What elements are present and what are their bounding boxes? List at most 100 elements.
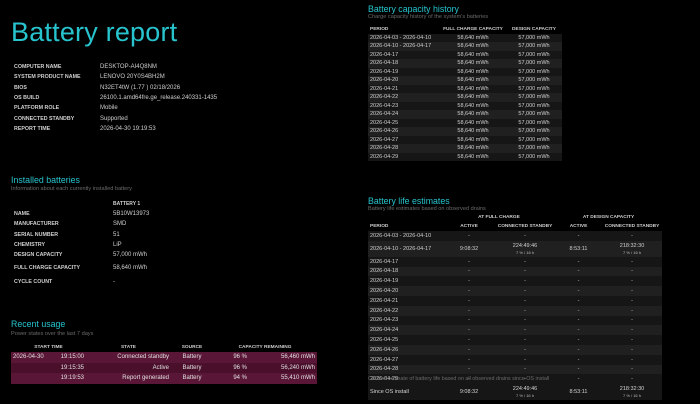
capacity-full-charge: 58,640 mWh (440, 110, 506, 119)
life-period: 2026-04-17 (368, 256, 443, 267)
usage-time: 19:15:35 (48, 362, 86, 373)
life-standby-design: - (602, 256, 663, 267)
capacity-design: 57,000 mWh (506, 135, 562, 144)
battery-info-row: NAME 5B10W13973 (14, 209, 233, 219)
life-standby-design: 218:32:30 7 % / 16 h (602, 240, 663, 257)
info-value: Supported (100, 115, 128, 122)
col-capacity-remaining: CAPACITY REMAINING (238, 345, 292, 350)
since-install-row: Since OS install 9:08:32 224:49:46 7 % /… (368, 384, 662, 400)
capacity-row: 2026-04-26 58,640 mWh 57,000 mWh (368, 127, 562, 136)
life-standby-design: - (602, 344, 663, 355)
capacity-design: 57,000 mWh (506, 33, 562, 42)
capacity-history-title: Battery capacity history (368, 4, 459, 14)
life-estimate-row: 2026-04-10 - 2026-04-17 9:08:32 224:49:46 7… (368, 240, 663, 257)
battery-info-row: MANUFACTURER SMD (14, 219, 233, 229)
capacity-row: 2026-04-22 58,640 mWh 57,000 mWh (368, 93, 562, 102)
capacity-design: 57,000 mWh (506, 76, 562, 85)
life-standby-full: - (495, 305, 556, 316)
life-standby-design-value: - (631, 376, 633, 383)
usage-source: Battery (171, 373, 213, 384)
capacity-period: 2026-04-21 (368, 84, 440, 93)
life-active-design: - (555, 276, 603, 287)
usage-state: Active (86, 362, 171, 373)
life-standby-full: - (495, 256, 556, 267)
since-standby-design-sub: 7 % / 16 h (622, 393, 641, 398)
capacity-full-charge: 58,640 mWh (440, 93, 506, 102)
capacity-design: 57,000 mWh (506, 42, 562, 51)
life-active-full: - (443, 276, 495, 287)
col-period: PERIOD (370, 26, 389, 32)
life-estimate-row: 2026-04-19- - - - (368, 276, 663, 287)
usage-mwh: 56,240 mWh (249, 362, 318, 373)
life-active-design: - (555, 266, 603, 277)
life-standby-design-value: - (631, 346, 633, 353)
life-estimate-row: 2026-04-26- - - - (368, 344, 663, 355)
col-active-full: ACTIVE (460, 224, 478, 229)
life-standby-full: 224:49:46 7 % / 16 h (495, 240, 556, 257)
life-active-full: 9:08:32 (443, 240, 495, 257)
life-standby-design: - (602, 335, 663, 345)
capacity-design: 57,000 mWh (506, 152, 562, 161)
battery-info-label: MANUFACTURER (14, 221, 59, 228)
life-standby-design: - (602, 286, 663, 296)
life-active-full: - (443, 266, 495, 277)
life-period: 2026-04-28 (368, 364, 443, 375)
life-standby-design: - (602, 315, 663, 326)
life-standby-design-value: - (631, 356, 633, 363)
life-active-design: - (555, 295, 603, 306)
since-install-table: Since OS install 9:08:32 224:49:46 7 % /… (368, 384, 662, 400)
capacity-full-charge: 58,640 mWh (440, 59, 506, 68)
life-standby-full: - (495, 344, 556, 355)
life-active-full: - (443, 335, 495, 345)
page-title: Battery report (11, 17, 178, 47)
life-standby-full: - (495, 276, 556, 287)
life-period: 2026-04-22 (368, 305, 443, 316)
life-standby-design-value: - (631, 307, 633, 314)
life-active-full: - (443, 325, 495, 336)
life-estimate-row: 2026-04-23- - - - (368, 315, 663, 326)
since-active-design: 8:53:11 (555, 384, 602, 400)
recent-usage-title: Recent usage (11, 319, 66, 329)
life-standby-full-value: - (524, 366, 526, 373)
system-info-table: COMPUTER NAME DESKTOP-AI4Q8NM SYSTEM PRODU… (14, 62, 290, 134)
col-period: PERIOD (370, 224, 389, 229)
system-info-row: COMPUTER NAME DESKTOP-AI4Q8NM (14, 62, 290, 72)
battery-info-value: SMD (113, 221, 127, 228)
battery-info-label: SERIAL NUMBER (14, 231, 59, 238)
life-estimate-row: 2026-04-24- - - - (368, 325, 663, 336)
life-period: 2026-04-23 (368, 315, 443, 326)
since-standby-design: 218:32:30 7 % / 16 h (602, 384, 662, 400)
capacity-period: 2026-04-28 (368, 144, 440, 153)
life-standby-design: - (602, 374, 663, 385)
life-standby-design: - (602, 295, 663, 306)
life-standby-full: - (495, 364, 556, 375)
life-standby-full: - (495, 335, 556, 345)
life-active-full: - (443, 354, 495, 365)
battery-life-table: AT FULL CHARGE AT DESIGN CAPACITY PERIOD… (368, 213, 663, 385)
life-active-design: - (555, 344, 603, 355)
life-estimate-row: 2026-04-03 - 2026-04-10- - - - (368, 231, 663, 241)
life-standby-design-value: - (631, 232, 633, 239)
battery-life-title: Battery life estimates (368, 196, 450, 206)
life-period: 2026-04-03 - 2026-04-10 (368, 231, 443, 241)
usage-percent: 96 % (213, 352, 249, 363)
life-active-design: - (555, 231, 603, 241)
life-period: 2026-04-24 (368, 325, 443, 336)
life-standby-design: - (602, 305, 663, 316)
life-active-design: - (555, 286, 603, 296)
system-info-row: OS BUILD 26100.1.amd64fre.ge_release.2403… (14, 93, 290, 103)
life-standby-full-value: - (524, 288, 526, 295)
battery-info-label: CHEMISTRY (14, 242, 45, 249)
info-label: REPORT TIME (14, 125, 51, 132)
capacity-row: 2026-04-29 58,640 mWh 57,000 mWh (368, 152, 562, 161)
capacity-full-charge: 58,640 mWh (440, 76, 506, 85)
life-estimate-row: 2026-04-28- - - - (368, 364, 663, 375)
life-standby-design-sub: 7 % / 16 h (623, 249, 642, 255)
life-standby-full-value: - (524, 337, 526, 344)
life-standby-full: - (495, 315, 556, 326)
usage-percent: 96 % (213, 362, 249, 373)
capacity-row: 2026-04-25 58,640 mWh 57,000 mWh (368, 118, 562, 127)
info-label: BIOS (14, 84, 27, 91)
info-value: N32ET4tW (1.77 ) 02/18/2026 (100, 84, 181, 91)
battery-info-label: NAME (14, 211, 30, 218)
